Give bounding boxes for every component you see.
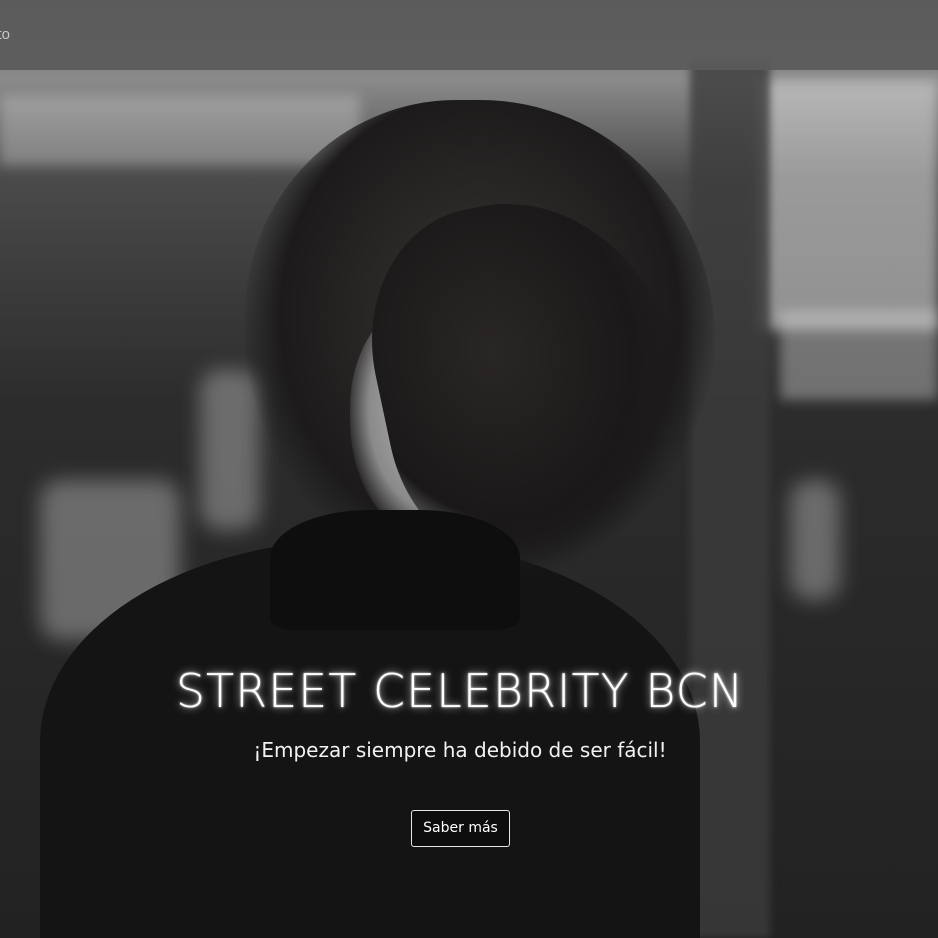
hero-background-image [0,0,938,938]
page: cto STREET CELEBRITY BCN ¡Empezar siempr… [0,0,938,938]
hero-subtitle: ¡Empezar siempre ha debido de ser fácil! [253,738,667,762]
background-pillar [690,60,770,938]
top-navbar: cto [0,0,938,70]
background-window-light [760,80,938,330]
saber-mas-button[interactable]: Saber más [411,810,510,847]
background-beam [0,95,360,165]
hero-title: STREET CELEBRITY BCN [175,664,745,718]
background-light-blob [790,480,840,600]
person-turtleneck [270,510,520,630]
nav-link-contacto[interactable]: cto [0,26,10,43]
background-window-light [780,310,938,400]
